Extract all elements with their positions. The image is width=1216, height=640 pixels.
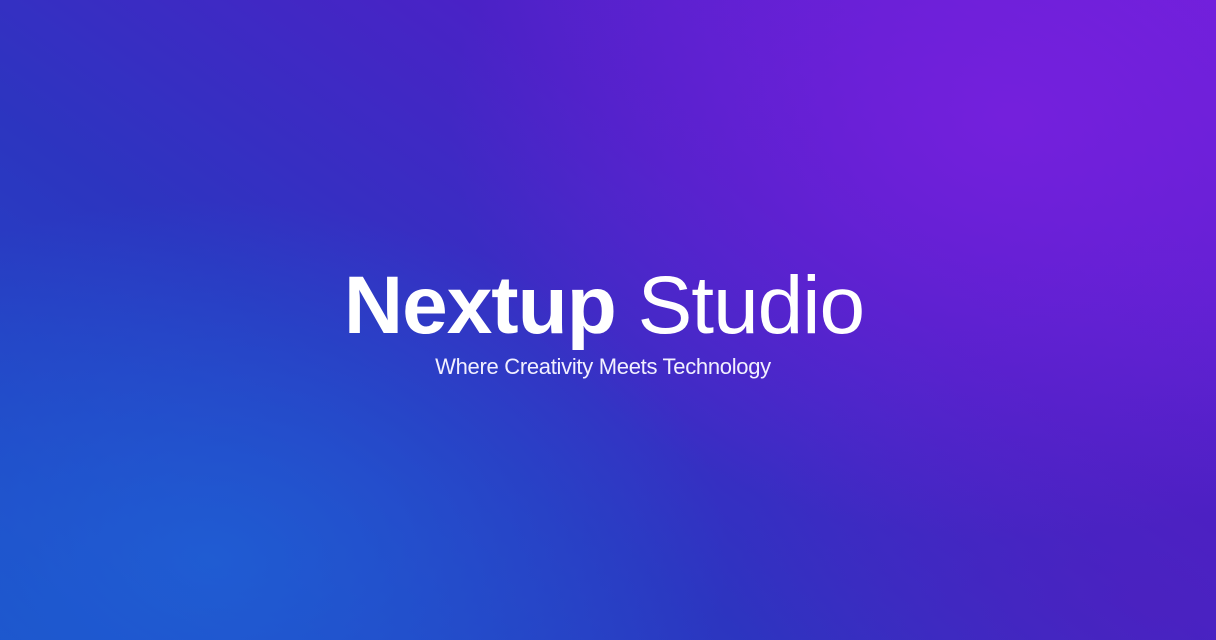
brand-title-bold: Nextup (343, 260, 617, 351)
brand-title: Nextup Studio (0, 258, 1208, 354)
tagline: Where Creativity Meets Technology (435, 354, 771, 379)
hero-banner: Nextup Studio Where Creativity Meets Tec… (0, 0, 1216, 640)
brand-title-light: Studio (637, 260, 866, 351)
